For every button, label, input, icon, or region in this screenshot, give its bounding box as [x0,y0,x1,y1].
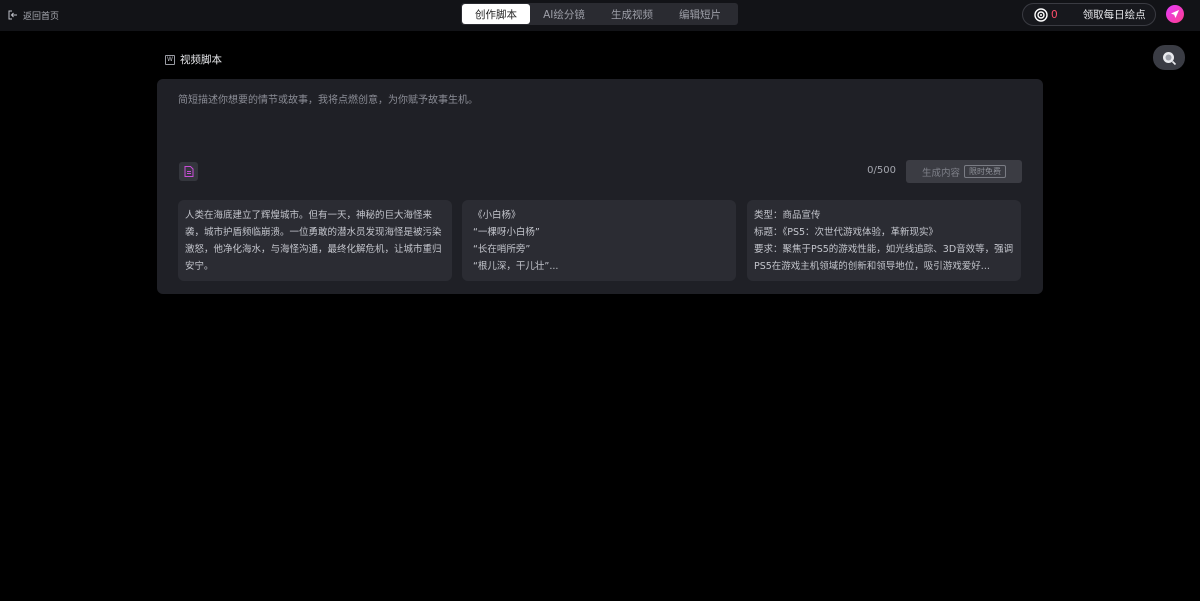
free-badge: 限时免费 [964,165,1006,178]
sample-2-line-3: “长在哨所旁” [473,244,531,255]
generate-content-button[interactable]: 生成内容 限时免费 [906,160,1022,183]
generate-label: 生成内容 [921,167,960,179]
daily-points-button[interactable]: 0 领取每日绘点 [1022,3,1156,26]
story-prompt-input[interactable] [178,91,1018,161]
tab-script[interactable]: 创作脚本 [462,4,530,24]
tab-edit-clip[interactable]: 编辑短片 [666,4,734,24]
sample-card-2[interactable]: 《小白杨》 “一棵呀小白杨” “长在哨所旁” “根儿深，干儿壮”... [462,200,736,281]
coin-icon [1034,7,1048,22]
logout-arrow-icon [8,10,17,20]
back-home-label: 返回首页 [23,11,60,22]
sample-card-3[interactable]: 类型：商品宣传 标题：《PS5：次世代游戏体验，革新现实》 要求：聚焦于PS5的… [747,200,1021,281]
sample-1-text: 人类在海底建立了辉煌城市。但有一天，神秘的巨大海怪来袭，城市护盾频临崩溃。一位勇… [185,210,442,272]
assistant-float-button[interactable] [1153,45,1185,70]
sample-2-line-2: “一棵呀小白杨” [473,227,540,238]
script-editor-card: 0/500 生成内容 限时免费 人类在海底建立了辉煌城市。但有一天，神秘的巨大海… [157,79,1043,294]
top-bar: 返回首页 创作脚本 AI绘分镜 生成视频 编辑短片 0 领取每日绘点 [0,0,1200,31]
document-icon [184,166,193,177]
share-button[interactable] [1166,5,1184,23]
workflow-tabs: 创作脚本 AI绘分镜 生成视频 编辑短片 [461,3,738,25]
sample-2-line-1: 《小白杨》 [473,210,521,221]
paper-plane-icon [1171,10,1179,18]
import-document-button[interactable] [179,162,198,181]
sample-3-line-2: 标题：《PS5：次世代游戏体验，革新现实》 [754,227,939,238]
points-count: 0 [1051,8,1058,21]
tab-storyboard[interactable]: AI绘分镜 [530,4,598,24]
back-home-button[interactable]: 返回首页 [8,8,59,22]
sample-3-text: 要求：聚焦于PS5的游戏性能，如光线追踪、3D音效等，强调PS5在游戏主机领域的… [754,244,1014,272]
section-title: W 视频脚本 [165,53,222,66]
sample-3-line-1: 类型：商品宣传 [754,210,821,221]
section-title-text: 视频脚本 [180,54,222,66]
search-bubble-icon [1163,51,1177,65]
document-w-icon: W [165,54,175,65]
char-counter: 0/500 [867,165,896,176]
sample-2-line-4: “根儿深，干儿壮”... [473,261,559,272]
tab-generate-video[interactable]: 生成视频 [598,4,666,24]
points-label: 领取每日绘点 [1082,9,1146,21]
sample-card-1[interactable]: 人类在海底建立了辉煌城市。但有一天，神秘的巨大海怪来袭，城市护盾频临崩溃。一位勇… [178,200,452,281]
